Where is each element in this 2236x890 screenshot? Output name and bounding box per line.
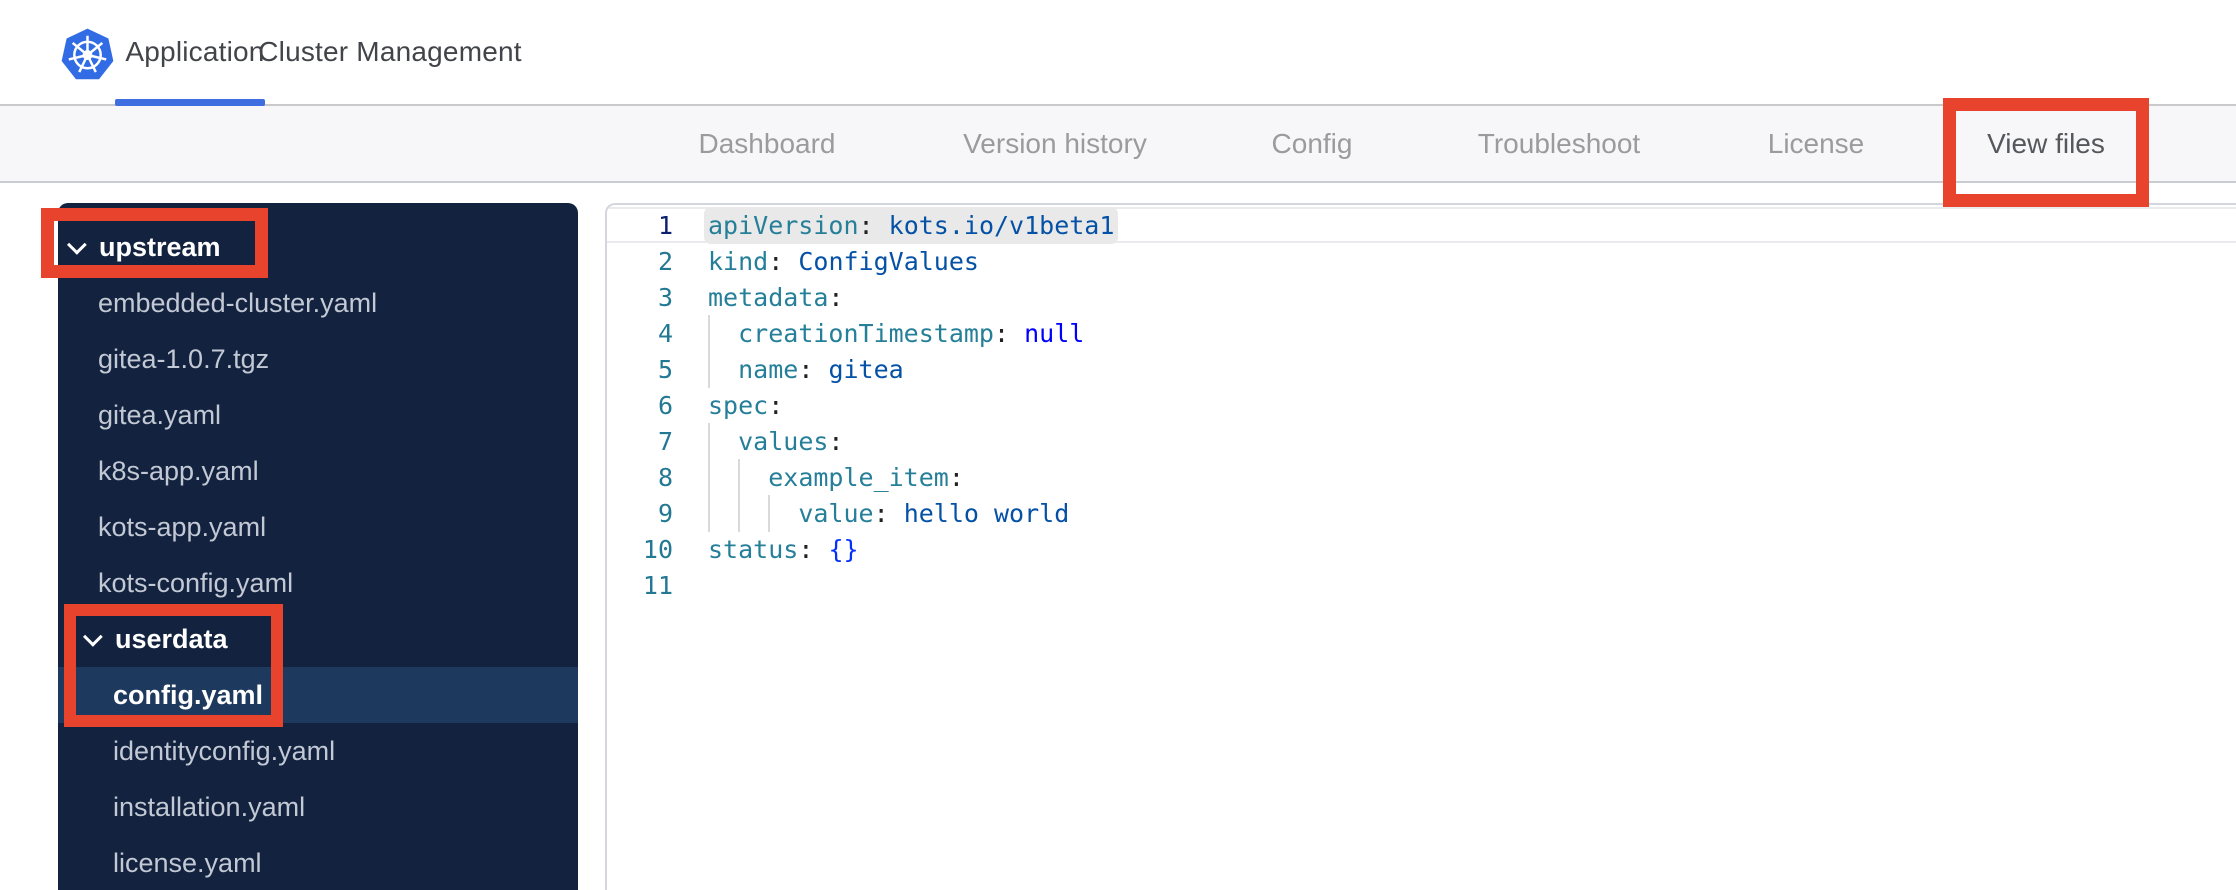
code-line-text: example_item: xyxy=(708,458,964,496)
code-rows: 1 apiVersion: kots.io/v1beta1 2 kind: Confi… xyxy=(607,205,2236,603)
code-line-text: spec: xyxy=(708,390,784,420)
line-number: 2 xyxy=(657,246,673,276)
chevron-down-icon xyxy=(82,626,103,647)
nav-item-view-files[interactable]: View files xyxy=(1987,106,2105,181)
file-viewer-editor[interactable]: 1 apiVersion: kots.io/v1beta1 2 kind: Confi… xyxy=(605,203,2236,890)
code-line: 9 value: hello world xyxy=(607,494,2236,532)
tree-file-kots-config[interactable]: kots-config.yaml xyxy=(58,555,578,611)
tree-file-label: embedded-cluster.yaml xyxy=(98,287,378,318)
line-number: 3 xyxy=(657,282,673,312)
indent-guide xyxy=(708,458,710,496)
code-line-text: creationTimestamp: null xyxy=(708,314,1084,352)
code-line-text: value: hello world xyxy=(708,494,1069,532)
chevron-down-icon xyxy=(66,234,87,255)
active-tab-underline xyxy=(115,99,265,106)
tree-file-license[interactable]: license.yaml xyxy=(58,835,578,890)
indent-guide xyxy=(738,494,741,532)
file-tree-sidebar: upstream embedded-cluster.yaml gitea-1.0… xyxy=(58,203,578,890)
code-line: 1 apiVersion: kots.io/v1beta1 xyxy=(607,207,2236,243)
code-line-text: metadata: xyxy=(708,282,844,312)
code-line-text: kind: ConfigValues xyxy=(708,246,979,276)
kubernetes-logo-icon xyxy=(61,28,114,80)
tab-cluster-management[interactable]: Cluster Management xyxy=(258,0,522,104)
indent-guide xyxy=(738,458,741,496)
code-line: 5 name: gitea xyxy=(607,350,2236,388)
tree-file-embedded-cluster[interactable]: embedded-cluster.yaml xyxy=(58,275,578,331)
code-line: 7 values: xyxy=(607,422,2236,460)
tree-file-config-selected[interactable]: config.yaml xyxy=(58,667,578,723)
code-line-text: status: {} xyxy=(708,534,859,564)
code-line: 3 metadata: xyxy=(607,279,2236,315)
tree-file-label: installation.yaml xyxy=(113,791,306,822)
tree-file-label: license.yaml xyxy=(113,847,262,878)
app-nav-bar: Dashboard Version history Config Trouble… xyxy=(0,106,2236,289)
code-line-text: apiVersion: kots.io/v1beta1 xyxy=(708,210,1115,240)
code-line: 2 kind: ConfigValues xyxy=(607,243,2236,279)
tree-file-label: kots-app.yaml xyxy=(98,511,267,542)
line-number: 6 xyxy=(657,390,673,420)
nav-item-troubleshoot[interactable]: Troubleshoot xyxy=(1478,106,1640,181)
tree-file-identityconfig[interactable]: identityconfig.yaml xyxy=(58,723,578,779)
tree-file-k8s-app[interactable]: k8s-app.yaml xyxy=(58,443,578,499)
tree-file-gitea-yaml[interactable]: gitea.yaml xyxy=(58,387,578,443)
indent-guide xyxy=(768,494,771,532)
tab-application[interactable]: Application xyxy=(125,0,264,104)
tree-folder-label: userdata xyxy=(115,623,228,654)
nav-item-dashboard[interactable]: Dashboard xyxy=(699,106,836,181)
line-number: 7 xyxy=(657,426,673,456)
nav-item-version-history[interactable]: Version history xyxy=(963,106,1147,181)
line-number: 5 xyxy=(657,354,673,384)
code-line: 10 status: {} xyxy=(607,531,2236,567)
tree-file-label: k8s-app.yaml xyxy=(98,455,259,486)
top-bar: Application Cluster Management xyxy=(0,0,2236,106)
indent-guide xyxy=(708,350,710,388)
kots-admin-console: Application Cluster Management Dashboard… xyxy=(0,0,2236,890)
line-number: 10 xyxy=(642,534,673,564)
nav-item-config[interactable]: Config xyxy=(1272,106,1353,181)
tree-folder-userdata[interactable]: userdata xyxy=(58,611,578,667)
nav-item-license[interactable]: License xyxy=(1768,106,1865,181)
line-number: 8 xyxy=(657,462,673,492)
code-line: 8 example_item: xyxy=(607,458,2236,496)
tree-file-label: gitea-1.0.7.tgz xyxy=(98,343,270,374)
line-number: 9 xyxy=(657,498,673,528)
code-line-text: values: xyxy=(708,422,843,460)
line-number: 1 xyxy=(657,210,673,240)
line-number: 11 xyxy=(642,570,673,600)
code-line: 6 spec: xyxy=(607,387,2236,423)
code-line: 4 creationTimestamp: null xyxy=(607,314,2236,352)
line-number: 4 xyxy=(657,318,673,348)
tree-file-gitea-tgz[interactable]: gitea-1.0.7.tgz xyxy=(58,331,578,387)
tree-folder-upstream[interactable]: upstream xyxy=(58,219,578,275)
code-line-text: name: gitea xyxy=(708,350,904,388)
tree-file-kots-app[interactable]: kots-app.yaml xyxy=(58,499,578,555)
tree-file-label: kots-config.yaml xyxy=(98,567,294,598)
tree-file-label: gitea.yaml xyxy=(98,399,222,430)
tree-file-label: config.yaml xyxy=(113,679,264,710)
indent-guide xyxy=(708,422,710,460)
indent-guide xyxy=(708,314,710,352)
tree-folder-label: upstream xyxy=(99,231,221,262)
code-line: 11 xyxy=(607,567,2236,603)
indent-guide xyxy=(708,494,710,532)
tree-file-label: identityconfig.yaml xyxy=(113,735,336,766)
tree-file-installation[interactable]: installation.yaml xyxy=(58,779,578,835)
